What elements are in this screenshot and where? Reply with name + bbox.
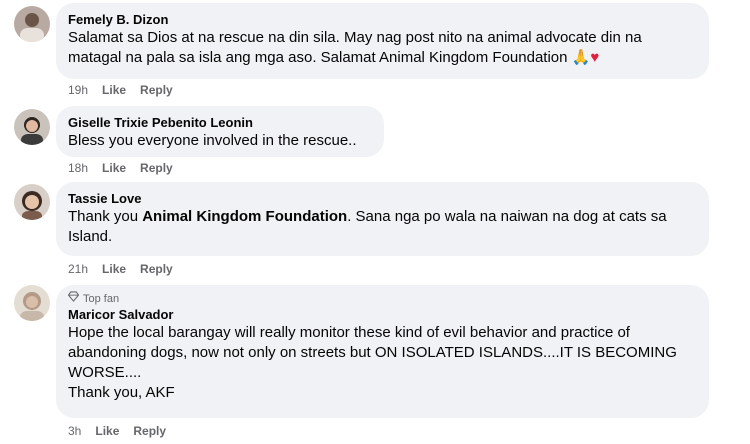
comment-actions: 21h Like Reply	[68, 262, 173, 276]
like-button[interactable]: Like	[102, 83, 126, 97]
comment-bubble: Top fan Maricor Salvador Hope the local …	[56, 285, 709, 418]
like-button[interactable]: Like	[95, 424, 119, 438]
comment-timestamp[interactable]: 3h	[68, 424, 81, 438]
comment-text: Hope the local barangay will really moni…	[68, 324, 677, 401]
avatar[interactable]	[14, 285, 50, 321]
badge-label: Top fan	[83, 292, 120, 305]
like-button[interactable]: Like	[102, 161, 126, 175]
like-button[interactable]: Like	[102, 262, 126, 276]
reply-button[interactable]: Reply	[140, 262, 173, 276]
comment-actions: 3h Like Reply	[68, 424, 166, 438]
avatar[interactable]	[14, 184, 50, 220]
reply-button[interactable]: Reply	[133, 424, 166, 438]
reply-button[interactable]: Reply	[140, 161, 173, 175]
top-fan-badge: Top fan	[67, 291, 697, 306]
comment-author[interactable]: Tassie Love	[68, 190, 697, 207]
diamond-icon	[67, 291, 80, 306]
comment-actions: 18h Like Reply	[68, 161, 173, 175]
comment-bubble: Tassie Love Thank you Animal Kingdom Fou…	[56, 182, 709, 256]
pray-emoji-icon: 🙏	[571, 49, 591, 66]
comment-text: Thank you Animal Kingdom Foundation. San…	[68, 208, 667, 245]
comment-bubble: Femely B. Dizon Salamat sa Dios at na re…	[56, 3, 709, 79]
heart-emoji-icon: ♥	[590, 49, 600, 66]
reply-button[interactable]: Reply	[140, 83, 173, 97]
mentioned-page-link[interactable]: Animal Kingdom Foundation	[142, 208, 347, 225]
comment-text: Bless you everyone involved in the rescu…	[68, 132, 357, 149]
avatar[interactable]	[14, 6, 50, 42]
comment-text: Salamat sa Dios at na rescue na din sila…	[68, 29, 642, 66]
comment-timestamp[interactable]: 21h	[68, 262, 88, 276]
comment-timestamp[interactable]: 19h	[68, 83, 88, 97]
comment-author[interactable]: Giselle Trixie Pebenito Leonin	[68, 114, 372, 131]
comment-author[interactable]: Maricor Salvador	[68, 306, 697, 323]
comment-bubble: Giselle Trixie Pebenito Leonin Bless you…	[56, 106, 384, 157]
comment-actions: 19h Like Reply	[68, 83, 173, 97]
avatar[interactable]	[14, 109, 50, 145]
comment-author[interactable]: Femely B. Dizon	[68, 11, 697, 28]
comment-timestamp[interactable]: 18h	[68, 161, 88, 175]
